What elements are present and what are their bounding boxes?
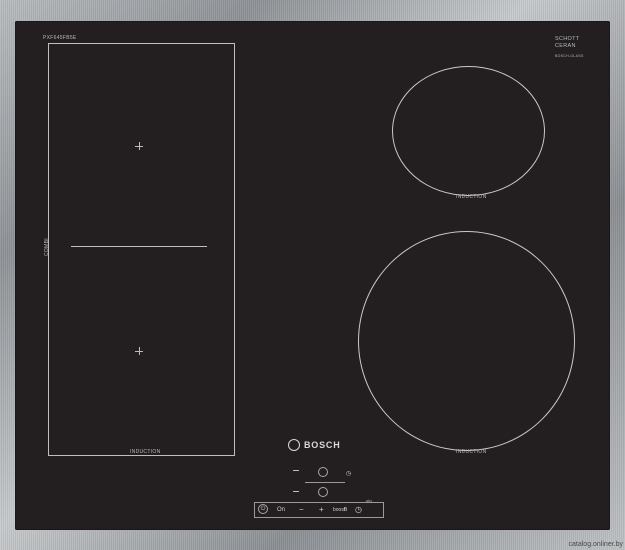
crosshair-icon	[135, 347, 143, 355]
bosch-logo-icon	[288, 439, 300, 451]
zone-label: INDUCTION	[456, 449, 487, 455]
boost-sub-label: B	[344, 507, 348, 513]
schott-ceran-line2: CERAN	[555, 43, 576, 49]
model-number: PXF645FB5E	[43, 35, 77, 41]
zone-select-button[interactable]	[318, 487, 328, 497]
schott-ceran-sub: BOSCH-GLASS	[555, 54, 584, 58]
zone-indicator-top	[293, 470, 299, 471]
induction-zone-top-right	[392, 66, 545, 196]
control-separator	[305, 482, 345, 483]
flex-induction-zone	[48, 43, 235, 456]
power-button[interactable]: ⏻	[258, 504, 268, 514]
zone-label: INDUCTION	[127, 449, 164, 455]
flex-zone-divider	[71, 246, 207, 247]
zone-label: INDUCTION	[456, 194, 487, 200]
brand-logo: BOSCH	[304, 440, 341, 450]
zone-select-button[interactable]	[318, 467, 328, 477]
glass-cooktop: PXF645FB5E SCHOTT CERAN BOSCH-GLASS COMB…	[15, 21, 610, 530]
zone-indicator-bottom	[293, 491, 299, 492]
crosshair-icon	[135, 142, 143, 150]
schott-ceran-line1: SCHOTT	[555, 36, 580, 42]
combi-label: COMBI	[44, 238, 50, 256]
plus-button[interactable]: +	[319, 505, 324, 514]
induction-zone-bottom-right	[358, 231, 575, 451]
watermark-text: catalog.onliner.by	[568, 541, 623, 548]
on-label: On	[277, 507, 286, 513]
timer-icon[interactable]: ◷	[355, 505, 362, 514]
minus-button[interactable]: −	[299, 505, 304, 514]
zone-indicator-icon: ◷	[346, 471, 352, 477]
